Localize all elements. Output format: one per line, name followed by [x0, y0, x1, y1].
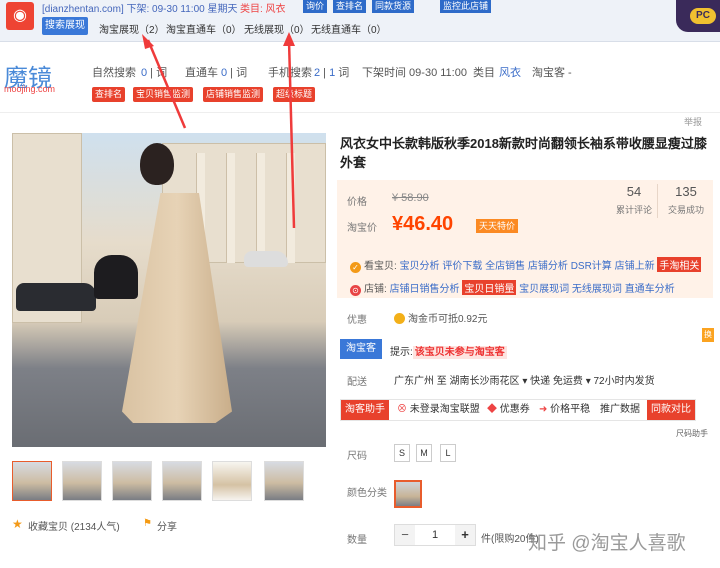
arrow-line-2	[287, 39, 296, 229]
arrow-head-1	[142, 34, 154, 49]
annotation-arrows	[142, 32, 296, 229]
arrow-head-2	[283, 32, 295, 46]
arrow-line-1	[146, 39, 187, 129]
